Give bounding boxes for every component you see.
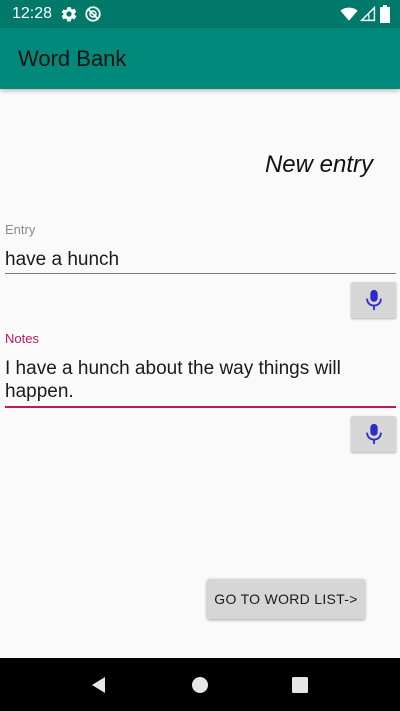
page-heading: New entry — [264, 151, 373, 178]
notes-input[interactable]: I have a hunch about the way things will… — [5, 357, 390, 403]
navigation-bar — [0, 658, 400, 711]
entry-mic-button[interactable] — [351, 282, 396, 318]
microphone-icon — [365, 289, 382, 311]
notes-mic-button[interactable] — [351, 416, 396, 452]
entry-input[interactable]: have a hunch — [5, 248, 390, 271]
dnd-icon — [85, 6, 101, 22]
app-title: Word Bank — [18, 46, 127, 71]
battery-icon — [380, 5, 390, 23]
status-time: 12:28 — [12, 5, 53, 22]
entry-label: Entry — [5, 222, 36, 237]
wifi-icon — [340, 7, 358, 21]
go-to-word-list-button[interactable]: GO TO WORD LIST-> — [207, 579, 365, 619]
notes-underline — [5, 406, 396, 408]
gear-icon — [61, 6, 77, 22]
recents-icon[interactable] — [290, 675, 310, 695]
app-bar: Word Bank — [0, 28, 400, 89]
status-bar: 12:28 ! — [0, 0, 400, 28]
notes-label: Notes — [5, 331, 39, 346]
entry-underline — [5, 273, 396, 274]
svg-text:!: ! — [367, 13, 370, 22]
signal-icon: ! — [360, 6, 376, 22]
microphone-icon — [365, 423, 382, 445]
back-icon[interactable] — [89, 675, 109, 695]
home-icon[interactable] — [190, 675, 210, 695]
